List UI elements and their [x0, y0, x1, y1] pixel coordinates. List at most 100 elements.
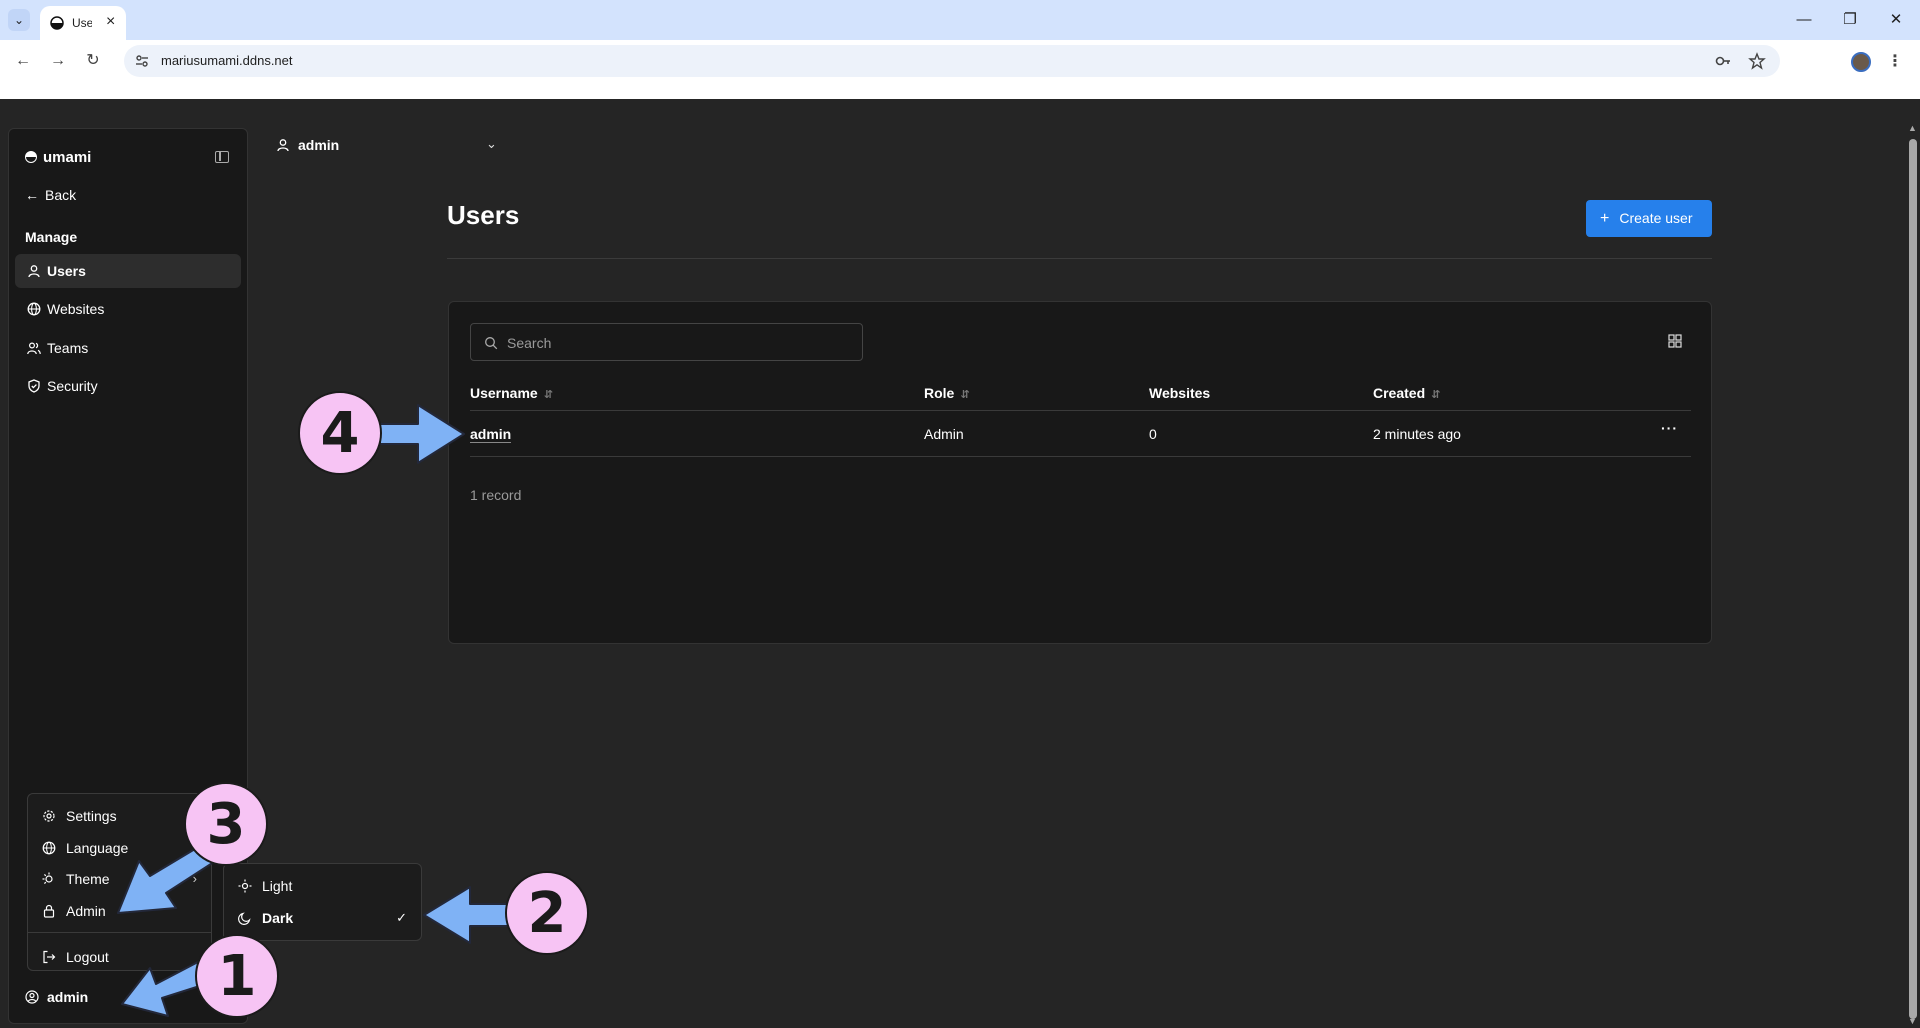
umami-logo-icon [25, 151, 37, 163]
brand-name: umami [43, 149, 92, 166]
title-divider [447, 258, 1712, 259]
sort-icon: ⇵ [543, 389, 553, 401]
plus-icon: + [1600, 210, 1610, 227]
menu-item-label: Admin [66, 903, 106, 919]
table-header-divider [470, 410, 1691, 411]
chevron-down-icon[interactable]: ⌄ [486, 136, 497, 152]
umami-favicon-icon [50, 16, 64, 30]
browser-toolbar: ← → ↻ mariusumami.ddns.net ⋮ [0, 40, 1920, 82]
create-user-button[interactable]: + Create user [1586, 200, 1712, 237]
column-header-label: Websites [1149, 385, 1211, 401]
reload-icon[interactable]: ↻ [80, 48, 106, 74]
sun-icon [238, 879, 252, 893]
sidebar-item-label: Users [47, 263, 86, 279]
sidebar-item-teams[interactable]: Teams [15, 331, 241, 365]
theme-option-label: Dark [262, 910, 294, 926]
menu-item-label: Settings [66, 808, 117, 824]
chevron-right-icon: › [192, 871, 197, 886]
window-close-icon[interactable]: ✕ [1882, 8, 1910, 32]
search-icon [485, 337, 498, 350]
user-menu-trigger[interactable]: admin [25, 989, 88, 1005]
moon-icon [238, 912, 251, 925]
page-title: Users [447, 200, 520, 230]
column-header-label: Username [470, 385, 538, 401]
websites-cell: 0 [1149, 426, 1157, 442]
address-bar[interactable]: mariusumami.ddns.net [124, 45, 1780, 77]
section-heading: Manage [25, 229, 78, 245]
sidebar-item-security[interactable]: Security [15, 369, 241, 403]
gear-icon [43, 810, 55, 822]
user-circle-icon [25, 990, 39, 1004]
account-switcher[interactable]: admin [276, 137, 339, 153]
password-key-icon[interactable] [1714, 52, 1732, 70]
column-header-websites: Websites [1149, 385, 1210, 401]
column-header-username[interactable]: Username ⇵ [470, 385, 553, 401]
browser-menu-icon[interactable]: ⋮ [1887, 51, 1903, 71]
column-header-label: Created [1373, 385, 1426, 401]
back-arrow-icon[interactable]: ← [10, 48, 36, 74]
logout-icon [43, 950, 56, 964]
tab-title: Users [72, 16, 92, 30]
table-row-divider [470, 456, 1691, 457]
users-icon [27, 342, 41, 355]
globe-icon [27, 302, 41, 316]
menu-item-label: Language [66, 840, 129, 856]
forward-arrow-icon[interactable]: → [45, 48, 71, 74]
theme-option-light[interactable]: Light [224, 871, 421, 901]
column-header-role[interactable]: Role ⇵ [924, 385, 970, 401]
checkmark-icon: ✓ [396, 910, 407, 925]
user-icon [277, 139, 289, 152]
username-link[interactable]: admin [470, 426, 512, 443]
sidebar-item-label: Websites [47, 301, 105, 317]
globe-icon [42, 841, 56, 855]
theme-option-dark[interactable]: Dark ✓ [224, 903, 421, 933]
annotation-badge-4: 4 [298, 391, 382, 475]
app-top-strip [0, 99, 1920, 121]
bookmark-star-icon[interactable] [1748, 52, 1766, 70]
grid-view-icon[interactable] [1668, 334, 1682, 348]
menu-item-admin[interactable]: Admin [28, 897, 211, 925]
sidebar-collapse-icon[interactable] [215, 151, 229, 163]
scrollbar-thumb[interactable] [1909, 139, 1917, 1019]
menu-divider [28, 932, 211, 933]
search-box[interactable] [470, 323, 863, 361]
record-count: 1 record [470, 487, 522, 503]
theme-icon [42, 872, 53, 885]
site-settings-icon[interactable] [134, 53, 150, 69]
sidebar-item-label: Security [47, 378, 98, 394]
minimize-icon[interactable]: — [1790, 8, 1818, 32]
restore-icon[interactable]: ❐ [1836, 8, 1864, 32]
column-header-created[interactable]: Created ⇵ [1373, 385, 1440, 401]
tab-close-icon[interactable]: × [106, 13, 115, 31]
created-cell: 2 minutes ago [1373, 426, 1461, 442]
sidebar-item-websites[interactable]: Websites [15, 292, 241, 326]
scroll-down-arrow-icon[interactable]: ▼ [1908, 1016, 1917, 1026]
brand-logo[interactable]: umami [25, 149, 91, 166]
back-label: Back [45, 187, 77, 203]
back-link[interactable]: ← Back [25, 187, 76, 203]
theme-option-label: Light [262, 878, 293, 894]
users-panel: Username⇵ Role⇵ Websites Created⇵ admin … [448, 301, 1712, 644]
url-text: mariusumami.ddns.net [161, 53, 293, 68]
menu-item-theme[interactable]: Theme › [28, 865, 211, 893]
create-user-label: Create user [1619, 210, 1693, 226]
more-options-icon[interactable]: ··· [1661, 420, 1678, 436]
search-input[interactable] [507, 332, 847, 354]
browser-tab[interactable]: Users × [40, 6, 126, 40]
profile-avatar[interactable] [1851, 52, 1871, 72]
menu-item-label: Logout [66, 949, 109, 965]
menu-item-label: Theme [66, 871, 110, 887]
browser-tab-bar: ⌄ Users × — ❐ ✕ [0, 0, 1920, 40]
user-footer-label: admin [47, 989, 89, 1005]
scroll-up-arrow-icon[interactable]: ▲ [1908, 123, 1917, 133]
account-name: admin [298, 137, 340, 153]
menu-item-logout[interactable]: Logout [28, 943, 211, 971]
shield-icon [28, 379, 40, 393]
back-arrow-icon: ← [25, 187, 39, 203]
sort-icon: ⇵ [960, 389, 970, 401]
sidebar-item-users[interactable]: Users [15, 254, 241, 288]
tab-search-button[interactable]: ⌄ [8, 9, 30, 31]
column-header-label: Role [924, 385, 955, 401]
theme-submenu: Light Dark ✓ [223, 863, 422, 941]
menu-item-language[interactable]: Language [28, 834, 211, 862]
